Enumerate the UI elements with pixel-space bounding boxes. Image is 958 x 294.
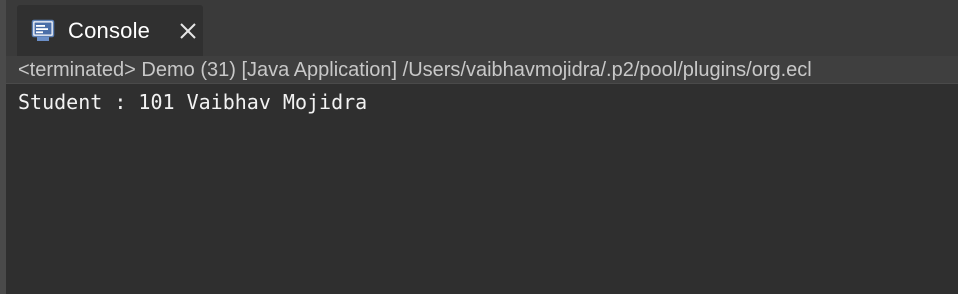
console-output-area[interactable]: Student : 101 Vaibhav Mojidra <box>6 84 958 294</box>
console-icon <box>31 19 55 43</box>
console-view: Console <terminated> Demo (31) [Java App… <box>0 0 958 294</box>
view-tabstrip: Console <box>6 0 958 56</box>
process-status-text: <terminated> Demo (31) [Java Application… <box>18 59 812 81</box>
tab-console-label: Console <box>68 18 151 43</box>
tab-console[interactable]: Console <box>17 5 203 56</box>
close-icon[interactable] <box>179 22 197 40</box>
console-output-line: Student : 101 Vaibhav Mojidra <box>18 90 368 114</box>
process-status-bar: <terminated> Demo (31) [Java Application… <box>6 56 958 84</box>
